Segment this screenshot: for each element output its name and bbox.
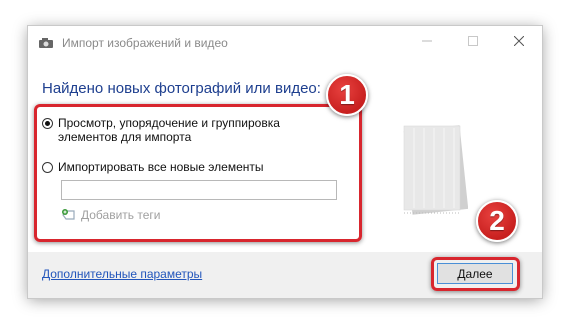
title-bar[interactable]: Импорт изображений и видео — [28, 26, 542, 60]
next-button[interactable]: Далее — [437, 263, 513, 284]
window-title: Импорт изображений и видео — [62, 36, 228, 50]
step-badge-2: 2 — [476, 200, 518, 242]
photos-stack-icon — [403, 125, 468, 215]
maximize-button[interactable] — [450, 26, 496, 56]
minimize-icon — [422, 40, 432, 42]
import-dialog-window: Импорт изображений и видео Найдено новых… — [27, 25, 543, 299]
options-highlight-frame — [34, 104, 362, 242]
more-options-link[interactable]: Дополнительные параметры — [42, 267, 202, 281]
camera-icon — [39, 38, 53, 48]
found-heading: Найдено новых фотографий или видео: — [42, 80, 321, 97]
close-button[interactable] — [496, 26, 542, 56]
maximize-icon — [468, 36, 478, 46]
step-badge-1: 1 — [326, 74, 368, 116]
minimize-button[interactable] — [404, 26, 450, 56]
dialog-footer: Дополнительные параметры Далее — [28, 252, 542, 298]
close-icon — [514, 36, 524, 46]
